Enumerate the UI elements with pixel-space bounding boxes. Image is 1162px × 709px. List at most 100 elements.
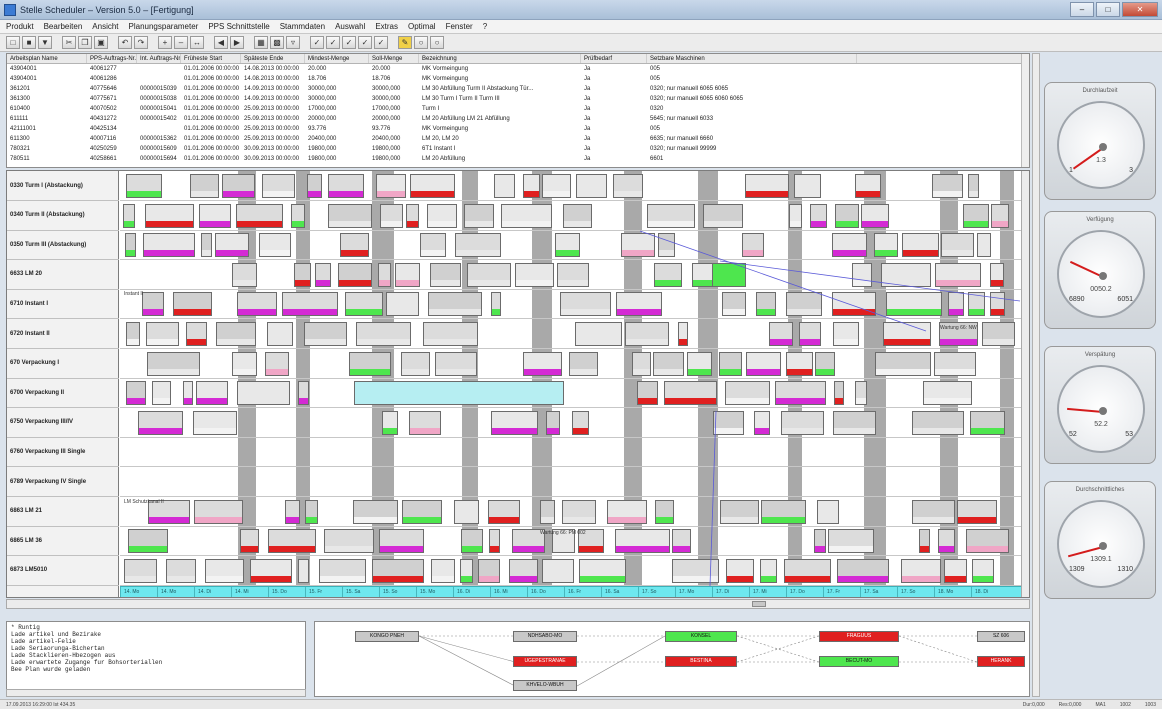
filter-icon[interactable]: ▿	[286, 36, 300, 49]
zoom-out-icon[interactable]: –	[174, 36, 188, 49]
flow-node[interactable]: HERANK	[977, 656, 1025, 667]
menu-item-planungsparameter[interactable]: Planungsparameter	[129, 22, 199, 31]
close-button[interactable]: ✕	[1122, 2, 1158, 17]
resource-label[interactable]: 6873 LM5010	[7, 556, 119, 586]
table-row[interactable]: 361300 40775671 00000015038 01.01.2006 00:0…	[7, 94, 1029, 104]
col-header[interactable]: Bezeichnung	[419, 54, 581, 63]
resource-label[interactable]: 0330 Turm I (Abstackung)	[7, 171, 119, 201]
new-icon[interactable]: □	[6, 36, 20, 49]
resource-label[interactable]: 6750 Verpackung III/IV	[7, 408, 119, 438]
col-header[interactable]: Soll-Menge	[369, 54, 419, 63]
resource-label[interactable]: 6789 Verpackung IV Single	[7, 467, 119, 497]
gauge-dial: 52.2 52 53	[1057, 365, 1145, 453]
circle-1-icon[interactable]: ○	[414, 36, 428, 49]
save-icon[interactable]: ■	[22, 36, 36, 49]
plan-icon[interactable]: ▦	[254, 36, 268, 49]
table-row[interactable]: 43904001 40061286 01.01.2006 00:00:00 14.08…	[7, 74, 1029, 84]
flow-node[interactable]: BESTINA	[665, 656, 737, 667]
table-cell: 40431272	[90, 116, 117, 122]
gantt-note: Wartung 66: PM 002	[540, 530, 586, 537]
table-row[interactable]: 780321 40250259 00000015609 01.01.2006 00:0…	[7, 144, 1029, 154]
grid-icon[interactable]: ▩	[270, 36, 284, 49]
flow-node[interactable]: KHVELO-WBUH	[513, 680, 577, 691]
redo-icon[interactable]: ↷	[134, 36, 148, 49]
table-row[interactable]: 42111001 40425134 01.01.2006 00:00:00 25.09…	[7, 124, 1029, 134]
check-4-icon[interactable]: ✓	[358, 36, 372, 49]
menu-item-optimal[interactable]: Optimal	[408, 22, 436, 31]
resource-label[interactable]: 6720 Instant II	[7, 319, 119, 349]
flow-node[interactable]: FRAGUUS	[819, 631, 899, 642]
resource-label[interactable]: 6633 LM 20	[7, 260, 119, 290]
menu-item-auswahl[interactable]: Auswahl	[335, 22, 365, 31]
col-header[interactable]: Int. Auftrags-Nr.	[137, 54, 181, 63]
table-cell: 30000,000	[372, 96, 401, 102]
table-row[interactable]: 611111 40431272 00000015402 01.01.2006 00:0…	[7, 114, 1029, 124]
col-header[interactable]: Prüfbedarf	[581, 54, 647, 63]
fit-icon[interactable]: ↔	[190, 36, 204, 49]
table-cell: 30000,000	[372, 86, 401, 92]
flow-node[interactable]: UGEPESTRANAE	[513, 656, 577, 667]
table-cell: 01.01.2006 00:00:00	[184, 156, 240, 162]
table-cell: 611300	[10, 136, 30, 142]
open-icon[interactable]: ▼	[38, 36, 52, 49]
resource-label[interactable]: 670 Verpackung I	[7, 349, 119, 379]
table-row[interactable]: 611300 40007116 00000015362 01.01.2006 00:0…	[7, 134, 1029, 144]
log-hscrollbar[interactable]	[6, 689, 306, 697]
undo-icon[interactable]: ↶	[118, 36, 132, 49]
copy-icon[interactable]: ❐	[78, 36, 92, 49]
highlight-icon[interactable]: ✎	[398, 36, 412, 49]
menu-item-pps[interactable]: PPS Schnittstelle	[208, 22, 269, 31]
cut-icon[interactable]: ✂	[62, 36, 76, 49]
flow-node[interactable]: NDHSABO-MO	[513, 631, 577, 642]
resource-label[interactable]: 6700 Verpackung II	[7, 378, 119, 409]
table-cell: 00000015041	[140, 106, 177, 112]
col-header[interactable]: Späteste Ende	[241, 54, 305, 63]
col-header[interactable]: Arbeitsplan Name	[7, 54, 87, 63]
flow-node[interactable]: KONGO PNEH	[355, 631, 419, 642]
menu-item-produkt[interactable]: Produkt	[6, 22, 34, 31]
col-header[interactable]: PPS-Auftrags-Nr.	[87, 54, 137, 63]
zoom-in-icon[interactable]: +	[158, 36, 172, 49]
menu-item-bearbeiten[interactable]: Bearbeiten	[44, 22, 83, 31]
paste-icon[interactable]: ▣	[94, 36, 108, 49]
menu-item-help[interactable]: ?	[483, 22, 487, 31]
table-row[interactable]: 780511 40258661 00000015694 01.01.2006 00:0…	[7, 154, 1029, 164]
table-cell: 0320; nur manuell 99999	[650, 146, 717, 152]
table-row[interactable]: 361201 40775646 00000015039 01.01.2006 00:0…	[7, 84, 1029, 94]
gantt-scrollbar[interactable]	[1021, 171, 1029, 597]
table-cell: 00000015609	[140, 146, 177, 152]
flow-node[interactable]: KONSEL	[665, 631, 737, 642]
col-header[interactable]: Früheste Start	[181, 54, 241, 63]
gantt-hscrollbar[interactable]	[6, 599, 1030, 609]
table-cell: 20.000	[308, 66, 327, 72]
check-2-icon[interactable]: ✓	[326, 36, 340, 49]
flow-node[interactable]: SZ 606	[977, 631, 1025, 642]
menu-item-fenster[interactable]: Fenster	[446, 22, 473, 31]
flow-node[interactable]: BECUT-MO	[819, 656, 899, 667]
check-3-icon[interactable]: ✓	[342, 36, 356, 49]
menu-item-ansicht[interactable]: Ansicht	[92, 22, 118, 31]
col-header[interactable]: Setzbare Maschinen	[647, 54, 857, 63]
check-5-icon[interactable]: ✓	[374, 36, 388, 49]
left-icon[interactable]: ◀	[214, 36, 228, 49]
scroll-thumb[interactable]	[752, 601, 766, 607]
menu-item-stammdaten[interactable]: Stammdaten	[280, 22, 325, 31]
right-scrollbar[interactable]	[1032, 53, 1040, 697]
order-table-scrollbar[interactable]	[1021, 54, 1029, 167]
resource-label[interactable]: 6863 LM 21	[7, 497, 119, 527]
right-icon[interactable]: ▶	[230, 36, 244, 49]
table-row[interactable]: 43904001 40061277 01.01.2006 00:00:00 14.08…	[7, 64, 1029, 74]
resource-label[interactable]: 6760 Verpackung III Single	[7, 437, 119, 468]
maximize-button[interactable]: □	[1096, 2, 1120, 17]
menu-item-extras[interactable]: Extras	[375, 22, 398, 31]
table-row[interactable]: 610400 40070502 00000015041 01.01.2006 00:0…	[7, 104, 1029, 114]
resource-label[interactable]: 0350 Turm III (Abstackung)	[7, 230, 119, 261]
resource-label[interactable]: 6710 Instant I	[7, 289, 119, 320]
col-header[interactable]: Mindest-Menge	[305, 54, 369, 63]
minimize-button[interactable]: –	[1070, 2, 1094, 17]
resource-label[interactable]: 6865 LM 36	[7, 526, 119, 557]
resource-label[interactable]: 0340 Turm II (Abstackung)	[7, 201, 119, 231]
circle-2-icon[interactable]: ○	[430, 36, 444, 49]
table-cell: Ja	[584, 76, 591, 82]
check-1-icon[interactable]: ✓	[310, 36, 324, 49]
